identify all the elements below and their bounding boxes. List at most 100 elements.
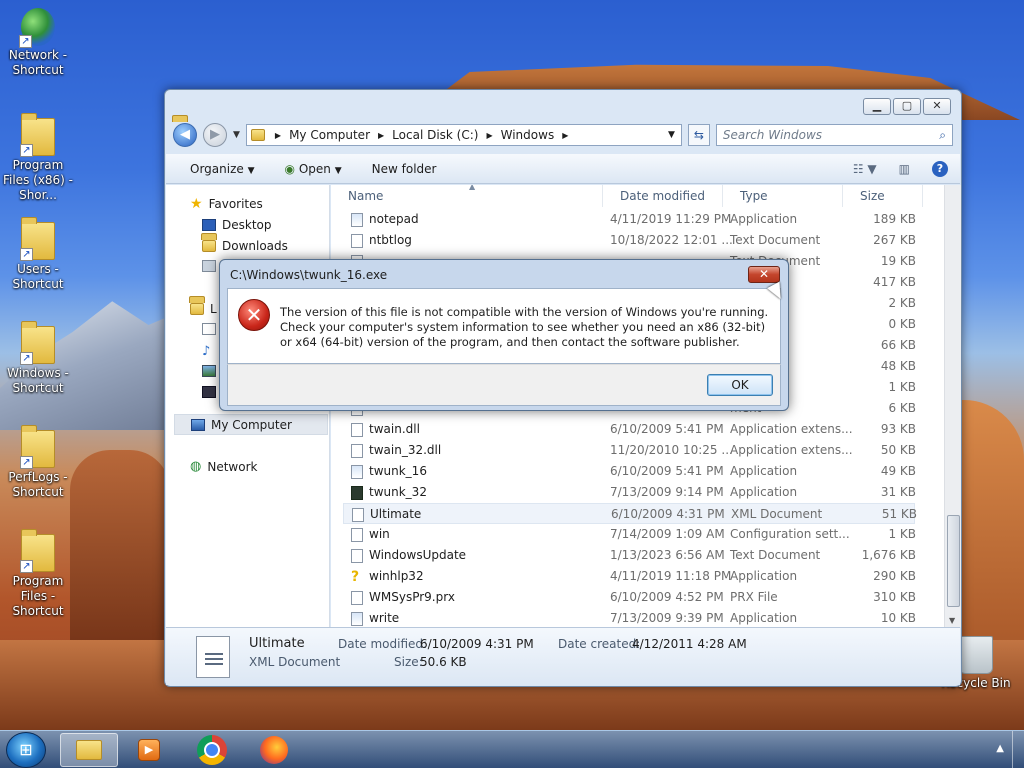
breadcrumb-item[interactable]: My Computer bbox=[289, 128, 370, 142]
vertical-scrollbar[interactable]: ▼ bbox=[944, 185, 961, 627]
music-icon: ♪ bbox=[202, 344, 211, 359]
scroll-down-icon[interactable]: ▼ bbox=[949, 616, 955, 625]
xml-document-icon bbox=[196, 636, 230, 678]
forward-button[interactable]: ▶ bbox=[203, 123, 227, 147]
table-row[interactable]: WMSysPr9.prx 6/10/2009 4:52 PM PRX File 310… bbox=[343, 587, 916, 608]
file-size: 93 KB bbox=[880, 422, 916, 436]
application-icon bbox=[351, 213, 363, 227]
file-size: 1,676 KB bbox=[861, 548, 916, 562]
folder-shortcut-icon: ↗ bbox=[20, 425, 55, 469]
file-size: 49 KB bbox=[880, 464, 916, 478]
nav-music[interactable]: ♪ bbox=[202, 344, 210, 359]
file-date: 7/13/2009 9:39 PM bbox=[610, 611, 724, 625]
desktop-icon-program-files-x86[interactable]: ↗ Program Files (x86) - Shor... bbox=[0, 113, 76, 203]
organize-button[interactable]: Organize ▼ bbox=[190, 162, 255, 176]
desktop-icon-network[interactable]: ↗ Network - Shortcut bbox=[0, 8, 76, 78]
file-name: Ultimate bbox=[370, 507, 422, 521]
table-row[interactable]: Ultimate 6/10/2009 4:31 PM XML Document 51 … bbox=[343, 503, 917, 524]
nav-favorites[interactable]: ★ Favorites bbox=[190, 196, 263, 212]
table-row[interactable]: twunk_16 6/10/2009 5:41 PM Application 49 K… bbox=[343, 461, 916, 482]
table-row[interactable]: win 7/14/2009 1:09 AM Configuration sett..… bbox=[343, 524, 916, 545]
folder-shortcut-icon: ↗ bbox=[20, 321, 55, 365]
nav-recent-places[interactable] bbox=[202, 260, 216, 272]
file-name: twunk_16 bbox=[369, 464, 427, 478]
taskbar-media-player[interactable]: ▶ bbox=[120, 733, 178, 767]
details-pane: Ultimate XML Document Date modified: 6/1… bbox=[166, 627, 960, 685]
file-type: Application bbox=[730, 212, 798, 226]
nav-downloads[interactable]: Downloads bbox=[202, 239, 288, 253]
scrollbar-thumb[interactable] bbox=[947, 515, 960, 607]
help-file-icon: ? bbox=[351, 569, 360, 585]
breadcrumb-item[interactable]: Windows bbox=[501, 128, 555, 142]
file-size: 1 KB bbox=[888, 527, 916, 541]
file-size: 189 KB bbox=[873, 212, 916, 226]
maximize-button[interactable]: ▢ bbox=[893, 98, 921, 115]
desktop-icon-perflogs[interactable]: ↗ PerfLogs - Shortcut bbox=[0, 425, 76, 500]
computer-icon bbox=[191, 418, 205, 431]
minimize-button[interactable]: ▁ bbox=[863, 98, 891, 115]
file-type: Application bbox=[730, 611, 798, 625]
desktop-icon-windows[interactable]: ↗ Windows - Shortcut bbox=[0, 321, 76, 396]
address-bar[interactable]: ▶ My Computer ▶ Local Disk (C:) ▶ Window… bbox=[245, 124, 682, 146]
notification-chevron-icon[interactable]: ▲ bbox=[996, 743, 1004, 754]
breadcrumb: ▶ My Computer ▶ Local Disk (C:) ▶ Window… bbox=[275, 128, 568, 142]
taskbar-chrome[interactable] bbox=[183, 733, 241, 767]
file-size: 267 KB bbox=[873, 233, 916, 247]
file-type: Application bbox=[730, 485, 798, 499]
breadcrumb-item[interactable]: Local Disk (C:) bbox=[392, 128, 478, 142]
desktop-icon-label: Program Files (x86) - Shor... bbox=[2, 158, 74, 202]
file-size: 417 KB bbox=[873, 275, 916, 289]
open-button[interactable]: ◉ Open ▼ bbox=[285, 162, 342, 176]
application-icon bbox=[351, 486, 363, 500]
file-size: 50 KB bbox=[880, 443, 916, 457]
table-row[interactable]: write 7/13/2009 9:39 PM Application 10 KB bbox=[343, 608, 916, 627]
file-name: winhlp32 bbox=[369, 569, 424, 583]
file-name: win bbox=[369, 527, 390, 541]
table-row[interactable]: WindowsUpdate 1/13/2023 6:56 AM Text Docum… bbox=[343, 545, 916, 566]
table-row[interactable]: twunk_32 7/13/2009 9:14 PM Application 31 K… bbox=[343, 482, 916, 503]
file-size: 2 KB bbox=[888, 296, 916, 310]
preview-pane-icon[interactable]: ▥ bbox=[899, 162, 910, 176]
table-row[interactable]: ntbtlog 10/18/2022 12:01 ... Text Document… bbox=[343, 230, 916, 251]
details-modified-label: Date modified: bbox=[338, 637, 428, 651]
nav-desktop[interactable]: Desktop bbox=[202, 218, 272, 232]
show-desktop-button[interactable] bbox=[1012, 731, 1024, 768]
view-options-icon[interactable]: ☷ ▼ bbox=[853, 162, 877, 176]
details-created-label: Date created: bbox=[558, 637, 641, 651]
column-header-type[interactable]: Type bbox=[723, 185, 843, 207]
nav-libraries[interactable]: L bbox=[190, 302, 217, 316]
nav-documents[interactable] bbox=[202, 323, 216, 335]
taskbar-explorer[interactable] bbox=[60, 733, 118, 767]
column-header-name[interactable]: Name bbox=[331, 185, 603, 207]
network-icon: ◍ bbox=[190, 459, 202, 474]
chrome-icon bbox=[197, 735, 227, 765]
nav-network[interactable]: ◍ Network bbox=[190, 459, 257, 474]
search-input[interactable]: Search Windows ⌕ bbox=[715, 124, 953, 146]
start-button[interactable]: ⊞ bbox=[6, 732, 46, 768]
address-dropdown-icon[interactable]: ▼ bbox=[668, 130, 675, 140]
desktop-icon-users[interactable]: ↗ Users - Shortcut bbox=[0, 217, 76, 292]
nav-pictures[interactable] bbox=[202, 365, 216, 377]
recent-pages-chevron-icon[interactable]: ▼ bbox=[233, 130, 240, 140]
help-icon[interactable]: ? bbox=[932, 160, 948, 177]
table-row[interactable]: notepad 4/11/2019 11:29 PM Application 189 … bbox=[343, 209, 916, 230]
desktop-icon-program-files[interactable]: ↗ Program Files - Shortcut bbox=[0, 529, 76, 619]
nav-my-computer[interactable]: My Computer bbox=[174, 414, 328, 435]
column-header-date-modified[interactable]: Date modified bbox=[603, 185, 723, 207]
refresh-button[interactable]: ⇆ bbox=[687, 124, 710, 146]
document-icon bbox=[351, 444, 363, 458]
libraries-icon bbox=[190, 303, 204, 315]
file-date: 6/10/2009 4:52 PM bbox=[610, 590, 724, 604]
back-button[interactable]: ◀ bbox=[173, 123, 197, 147]
column-header-size[interactable]: Size bbox=[843, 185, 923, 207]
ok-button[interactable]: OK bbox=[707, 374, 773, 396]
dialog-close-button[interactable]: ✕ bbox=[748, 266, 780, 283]
folder-shortcut-icon: ↗ bbox=[20, 529, 55, 573]
table-row[interactable]: twain_32.dll 11/20/2010 10:25 ... Applicat… bbox=[343, 440, 916, 461]
table-row[interactable]: ? winhlp32 4/11/2019 11:18 PM Application 29… bbox=[343, 566, 916, 587]
taskbar-firefox[interactable] bbox=[245, 733, 303, 767]
table-row[interactable]: twain.dll 6/10/2009 5:41 PM Application ex… bbox=[343, 419, 916, 440]
close-button[interactable]: ✕ bbox=[923, 98, 951, 115]
new-folder-button[interactable]: New folder bbox=[372, 162, 437, 176]
nav-videos[interactable] bbox=[202, 386, 216, 398]
